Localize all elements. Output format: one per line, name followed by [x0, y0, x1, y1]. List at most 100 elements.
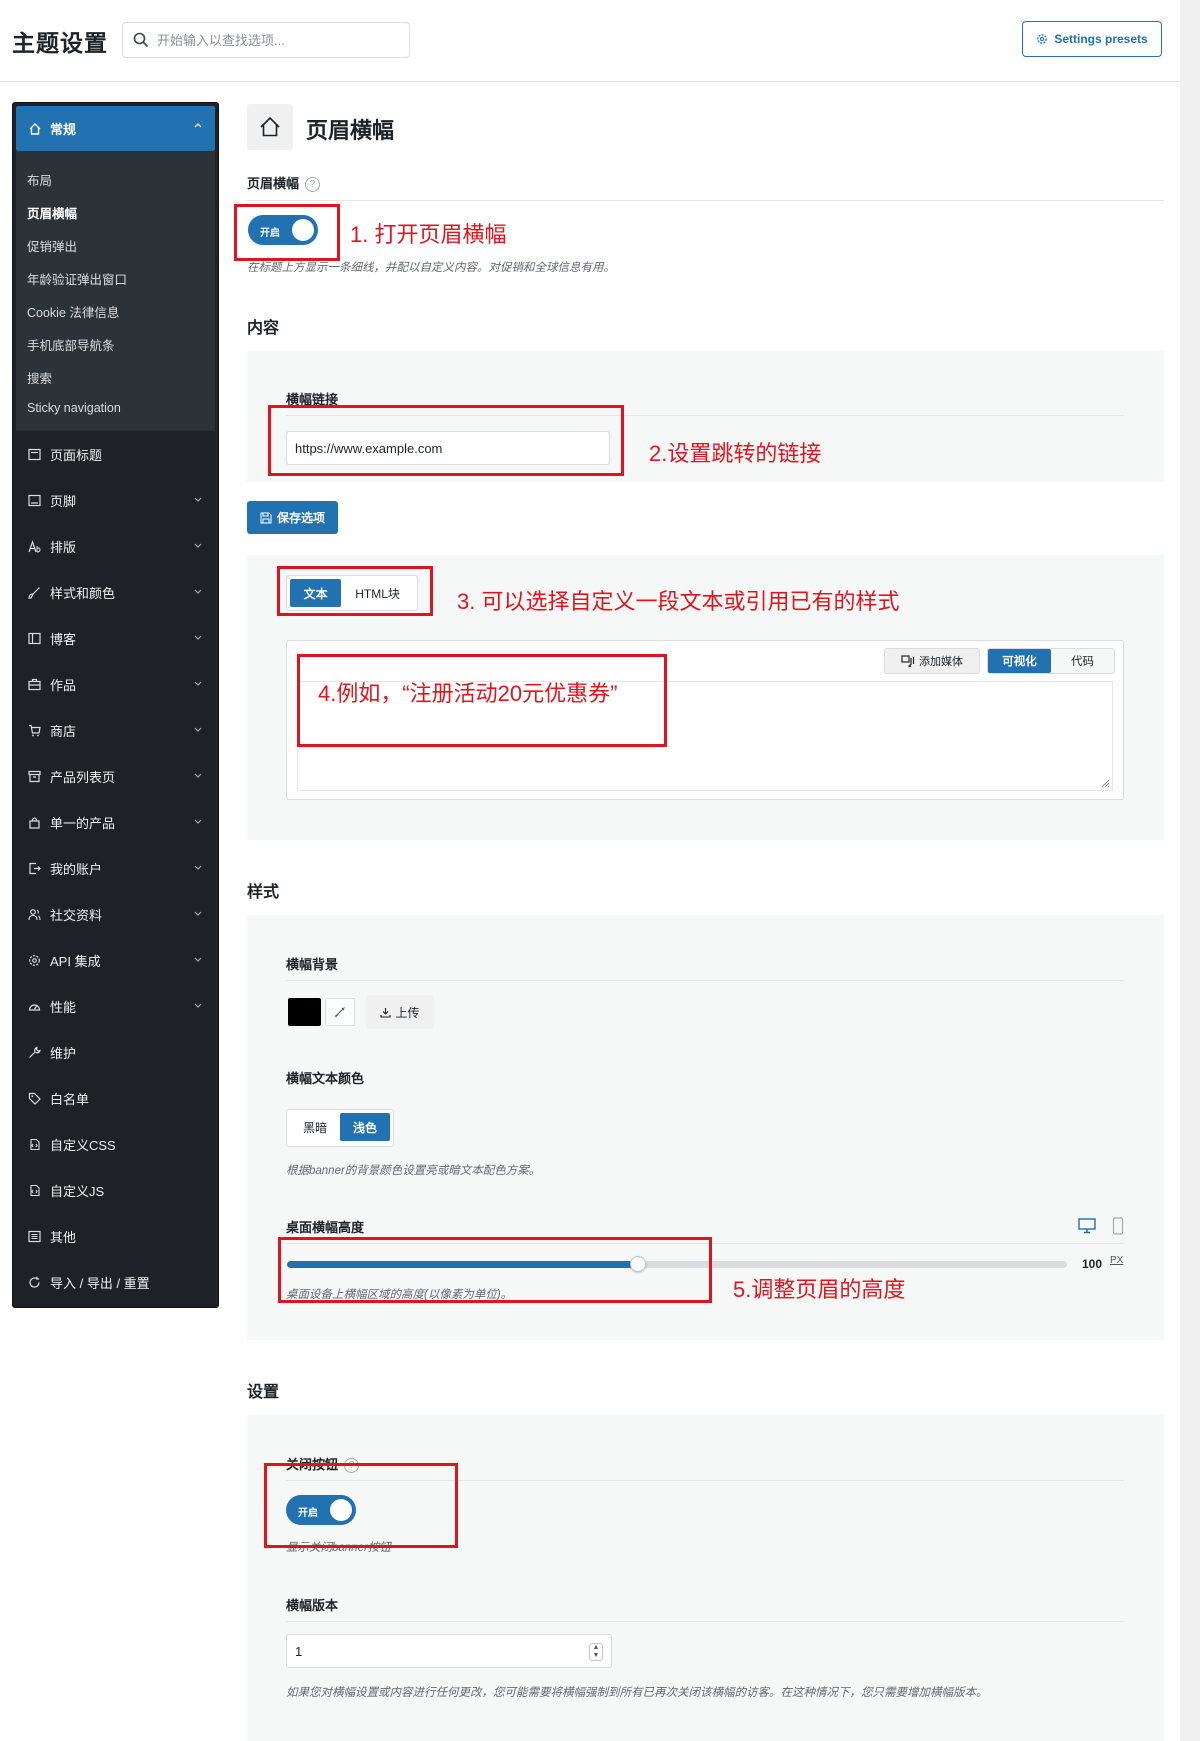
title-icon: [28, 448, 41, 460]
sidebar-item-styles-colors[interactable]: 样式和颜色: [16, 572, 215, 612]
editor-mode-tabs[interactable]: 可视化 代码: [987, 648, 1115, 674]
text-color-light[interactable]: 浅色: [340, 1113, 390, 1141]
bag-icon: [29, 816, 40, 829]
sidebar-item-custom-js[interactable]: 自定义JS: [16, 1170, 215, 1210]
annotation-1: 1. 打开页眉横幅: [350, 222, 507, 247]
sidebar-item-portfolio[interactable]: 作品: [16, 664, 215, 704]
search-box[interactable]: [122, 22, 410, 58]
list-icon: [28, 1230, 41, 1242]
sidebar-item-label: 商店: [50, 723, 77, 739]
divider: [286, 1621, 1124, 1622]
typography-icon: [28, 539, 41, 552]
sidebar-item-label: 排版: [50, 539, 77, 555]
sidebar-item-maintenance[interactable]: 维护: [16, 1032, 215, 1072]
editor-mode-visual[interactable]: 可视化: [988, 649, 1051, 673]
subnav-item-mobile-nav[interactable]: 手机底部导航条: [27, 335, 115, 354]
sidebar-item-import-export[interactable]: 导入 / 导出 / 重置: [16, 1262, 215, 1302]
users-icon: [28, 908, 41, 920]
subnav-item-layout[interactable]: 布局: [27, 170, 52, 189]
sidebar-item-performance[interactable]: 性能: [16, 986, 215, 1026]
height-value: 100: [1082, 1257, 1103, 1271]
number-spinner-icon[interactable]: ▲ ▼: [589, 1643, 603, 1661]
sidebar-item-shop[interactable]: 商店: [16, 710, 215, 750]
sidebar-item-label: 博客: [50, 631, 77, 647]
sidebar-item-label: 页面标题: [50, 447, 103, 463]
js-icon: [30, 1184, 40, 1196]
chevron-down-icon: [194, 773, 202, 778]
top-bar: 主题设置 Settings presets: [0, 0, 1180, 82]
desktop-height-label: 桌面横幅高度: [286, 1220, 365, 1235]
banner-version-description: 如果您对横幅设置或内容进行任何更改，您可能需要将横幅强制到所有已再次关闭该横幅的…: [286, 1687, 988, 1699]
add-media-label: 添加媒体: [919, 656, 963, 668]
chevron-down-icon: [194, 865, 202, 870]
gear-icon: [1037, 34, 1048, 44]
help-icon[interactable]: ?: [305, 177, 321, 193]
settings-presets-button[interactable]: Settings presets: [1022, 21, 1162, 57]
banner-version-input[interactable]: 1 ▲ ▼: [286, 1634, 612, 1668]
cart-icon: [29, 724, 41, 736]
chevron-down-icon: [194, 957, 202, 962]
page-scrollbar[interactable]: [1180, 0, 1200, 1741]
sidebar-item-blog[interactable]: 博客: [16, 618, 215, 658]
text-color-selector[interactable]: 黑暗 浅色: [286, 1109, 394, 1147]
mobile-icon[interactable]: [1112, 1217, 1124, 1235]
subnav-item-sticky-nav[interactable]: Sticky navigation: [27, 401, 121, 415]
sidebar-item-typography[interactable]: 排版: [16, 526, 215, 566]
search-icon: [133, 32, 149, 48]
gear-icon: [29, 954, 40, 966]
sidebar-item-social[interactable]: 社交资料: [16, 894, 215, 934]
sidebar-item-api[interactable]: API 集成: [16, 940, 215, 980]
subnav-item-search[interactable]: 搜索: [27, 368, 52, 387]
download-icon: [380, 1007, 392, 1018]
page-title: 页眉横幅: [306, 118, 395, 143]
chevron-down-icon: [194, 911, 202, 916]
editor-mode-code[interactable]: 代码: [1051, 649, 1114, 673]
css-icon: [30, 1138, 40, 1150]
sidebar-item-label: 产品列表页: [50, 769, 116, 785]
annotation-4: 4.例如，“注册活动20元优惠券”: [318, 681, 618, 706]
sidebar-item-label: 性能: [50, 999, 77, 1015]
subnav-item-age-verify[interactable]: 年龄验证弹出窗口: [27, 269, 127, 288]
sidebar-item-label: 白名单: [50, 1091, 90, 1107]
sidebar-item-custom-css[interactable]: 自定义CSS: [16, 1124, 215, 1164]
divider: [247, 200, 1164, 201]
sidebar-item-general[interactable]: 常规: [16, 106, 215, 151]
subnav-item-cookie[interactable]: Cookie 法律信息: [27, 302, 119, 321]
annotation-2: 2.设置跳转的链接: [649, 441, 822, 466]
sidebar-item-product-archive[interactable]: 产品列表页: [16, 756, 215, 796]
save-options-button[interactable]: 保存选项: [247, 501, 338, 534]
sidebar-item-whitelist[interactable]: 白名单: [16, 1078, 215, 1118]
sidebar-item-my-account[interactable]: 我的账户: [16, 848, 215, 888]
annotation-box-6: [264, 1463, 458, 1548]
bg-color-swatch[interactable]: [288, 998, 321, 1026]
sidebar-item-footer[interactable]: 页脚: [16, 480, 215, 520]
sidebar-item-label: 自定义CSS: [50, 1137, 116, 1153]
add-media-button[interactable]: 添加媒体: [884, 648, 980, 674]
text-color-description: 根据banner的背景颜色设置亮或暗文本配色方案。: [286, 1165, 541, 1177]
resize-handle-icon[interactable]: [1100, 778, 1110, 788]
section-title-style: 样式: [247, 884, 280, 901]
footer-icon: [28, 494, 41, 506]
eyedropper-button[interactable]: [325, 998, 355, 1026]
chevron-down-icon: [194, 819, 202, 824]
annotation-box-3: [277, 566, 433, 616]
chevron-down-icon: [194, 635, 202, 640]
subnav-item-promo-popup[interactable]: 促销弹出: [27, 236, 77, 255]
eyedropper-icon: [334, 1007, 345, 1018]
text-color-dark[interactable]: 黑暗: [290, 1113, 340, 1141]
sidebar-item-other[interactable]: 其他: [16, 1216, 215, 1256]
upload-label: 上传: [395, 1005, 420, 1020]
height-unit[interactable]: PX: [1110, 1255, 1123, 1266]
upload-button[interactable]: 上传: [366, 995, 434, 1029]
desktop-icon[interactable]: [1078, 1218, 1096, 1234]
chevron-down-icon: [194, 681, 202, 686]
search-input[interactable]: [157, 29, 397, 51]
text-color-label: 横幅文本颜色: [286, 1071, 365, 1086]
subnav-item-header-banner[interactable]: 页眉横幅: [27, 203, 77, 222]
portfolio-icon: [28, 678, 41, 690]
section-title-content: 内容: [247, 320, 280, 337]
page-icon: [247, 104, 293, 150]
sidebar-item-single-product[interactable]: 单一的产品: [16, 802, 215, 842]
sidebar-item-label: 常规: [50, 122, 77, 137]
sidebar-item-page-title[interactable]: 页面标题: [16, 434, 215, 474]
